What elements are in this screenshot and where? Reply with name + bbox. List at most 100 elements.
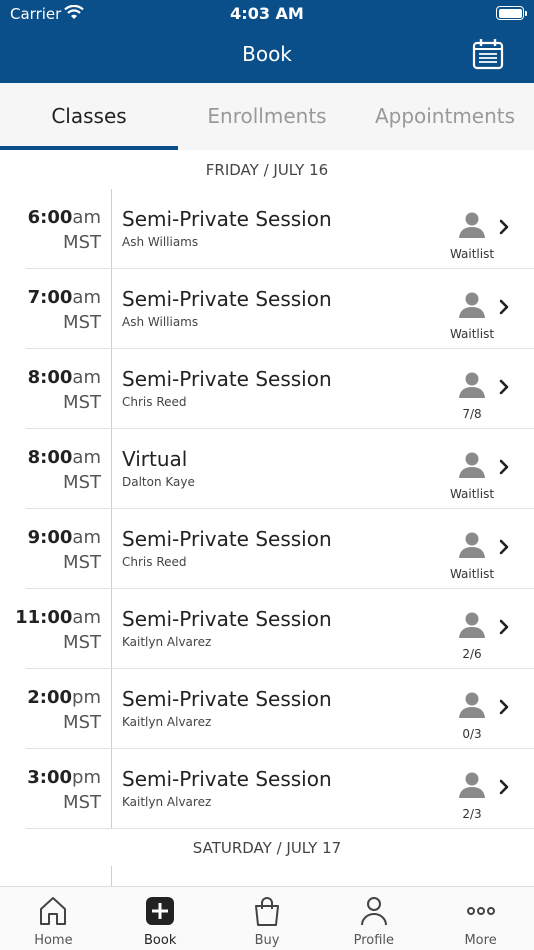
segment-tabs: Classes Enrollments Appointments [0,83,534,150]
class-capacity: 7/8 [462,407,482,421]
class-name: Semi-Private Session [122,607,332,631]
class-row[interactable]: 7:00am MST Semi-Private Session Ash William… [0,269,534,349]
class-capacity: 0/3 [462,727,482,741]
chevron-right-icon[interactable] [498,699,510,715]
class-ampm: am [72,287,101,308]
chevron-right-icon[interactable] [498,459,510,475]
class-timezone: MST [63,552,101,573]
chevron-right-icon[interactable] [498,619,510,635]
class-capacity: 2/3 [462,807,482,821]
chevron-right-icon[interactable] [498,379,510,395]
status-bar: Carrier 4:03 AM [0,0,534,30]
chevron-right-icon[interactable] [498,299,510,315]
class-ampm: pm [72,687,101,708]
class-hour: 9:00 [27,527,73,548]
class-hour: 7:00 [27,287,73,308]
class-name: Semi-Private Session [122,527,332,551]
class-instructor: Kaitlyn Alvarez [122,715,212,729]
class-hour: 6:00 [27,207,73,228]
timeline-divider [111,866,112,886]
tabbar-label: Home [34,933,73,948]
clock-time: 4:03 AM [230,4,304,23]
class-row[interactable]: 8:00am MST Semi-Private Session Chris Reed 7… [0,349,534,429]
day-header: SATURDAY / JULY 17 [192,839,342,857]
class-name: Virtual [122,447,188,471]
timeline-divider [111,509,112,589]
class-capacity: Waitlist [449,567,495,581]
class-hour: 3:00 [27,767,73,788]
class-timezone: MST [63,472,101,493]
class-name: Semi-Private Session [122,367,332,391]
class-name: Semi-Private Session [122,287,332,311]
tabbar-book[interactable]: Book [107,887,214,950]
class-instructor: Kaitlyn Alvarez [122,635,212,649]
class-row[interactable]: 2:00pm MST Semi-Private Session Kaitlyn Alv… [0,669,534,749]
calendar-icon[interactable] [472,38,504,70]
attendee-person-icon [459,452,485,478]
home-icon [40,897,67,925]
class-row[interactable]: 6:00am MST Semi-Private Session Ash William… [0,189,534,269]
tabbar-label: Buy [254,933,280,948]
chevron-right-icon[interactable] [498,539,510,555]
class-time: 11:00am [15,607,101,628]
class-instructor: Dalton Kaye [122,475,195,489]
class-timezone: MST [63,712,101,733]
class-capacity: Waitlist [449,487,495,501]
class-capacity: 2/6 [462,647,482,661]
battery-icon [496,6,527,20]
attendee-person-icon [459,372,485,398]
class-instructor: Ash Williams [122,235,199,249]
timeline-divider [111,269,112,349]
tabbar-more[interactable]: More [427,887,534,950]
chevron-right-icon[interactable] [498,219,510,235]
tabbar-profile[interactable]: Profile [320,887,427,950]
class-capacity: Waitlist [449,247,495,261]
attendee-person-icon [459,692,485,718]
class-time: 7:00am [28,287,101,308]
class-ampm: am [72,367,101,388]
class-time: 6:00am [28,207,101,228]
class-time: 8:00am [28,447,101,468]
attendee-person-icon [459,772,485,798]
tabbar-home[interactable]: Home [0,887,107,950]
class-name: Semi-Private Session [122,767,332,791]
tabbar-label: Book [144,933,177,948]
class-instructor: Chris Reed [122,555,187,569]
timeline-divider [111,349,112,429]
timeline-divider [111,429,112,509]
tabbar-buy[interactable]: Buy [214,887,321,950]
person-icon [360,897,387,926]
class-instructor: Ash Williams [122,315,199,329]
chevron-right-icon[interactable] [498,779,510,795]
class-hour: 11:00 [15,607,73,628]
tab-enrollments[interactable]: Enrollments [178,83,356,150]
class-time: 2:00pm [27,687,101,708]
class-row[interactable]: 8:00am MST Virtual Dalton Kaye Waitlist [0,429,534,509]
class-hour: 2:00 [27,687,73,708]
class-time: 8:00am [28,367,101,388]
class-instructor: Chris Reed [122,395,187,409]
class-row[interactable]: 9:00am MST Semi-Private Session Chris Reed W… [0,509,534,589]
class-timezone: MST [63,792,101,813]
class-instructor: Kaitlyn Alvarez [122,795,212,809]
day-header: FRIDAY / JULY 16 [205,161,329,179]
attendee-person-icon [459,212,485,238]
class-name: Semi-Private Session [122,687,332,711]
attendee-person-icon [459,292,485,318]
class-hour: 8:00 [27,367,73,388]
class-timezone: MST [63,392,101,413]
timeline-divider [111,669,112,749]
class-row[interactable]: 3:00pm MST Semi-Private Session Kaitlyn Alv… [0,749,534,829]
class-ampm: am [72,207,101,228]
shopping-bag-icon [254,897,279,926]
row-separator [26,828,534,829]
attendee-person-icon [459,612,485,638]
class-ampm: am [72,607,101,628]
class-row[interactable]: 11:00am MST Semi-Private Session Kaitlyn Al… [0,589,534,669]
class-capacity: Waitlist [449,327,495,341]
class-timezone: MST [63,632,101,653]
class-ampm: am [72,447,101,468]
tab-classes[interactable]: Classes [0,83,178,150]
tab-appointments[interactable]: Appointments [356,83,534,150]
page-title: Book [242,42,292,66]
